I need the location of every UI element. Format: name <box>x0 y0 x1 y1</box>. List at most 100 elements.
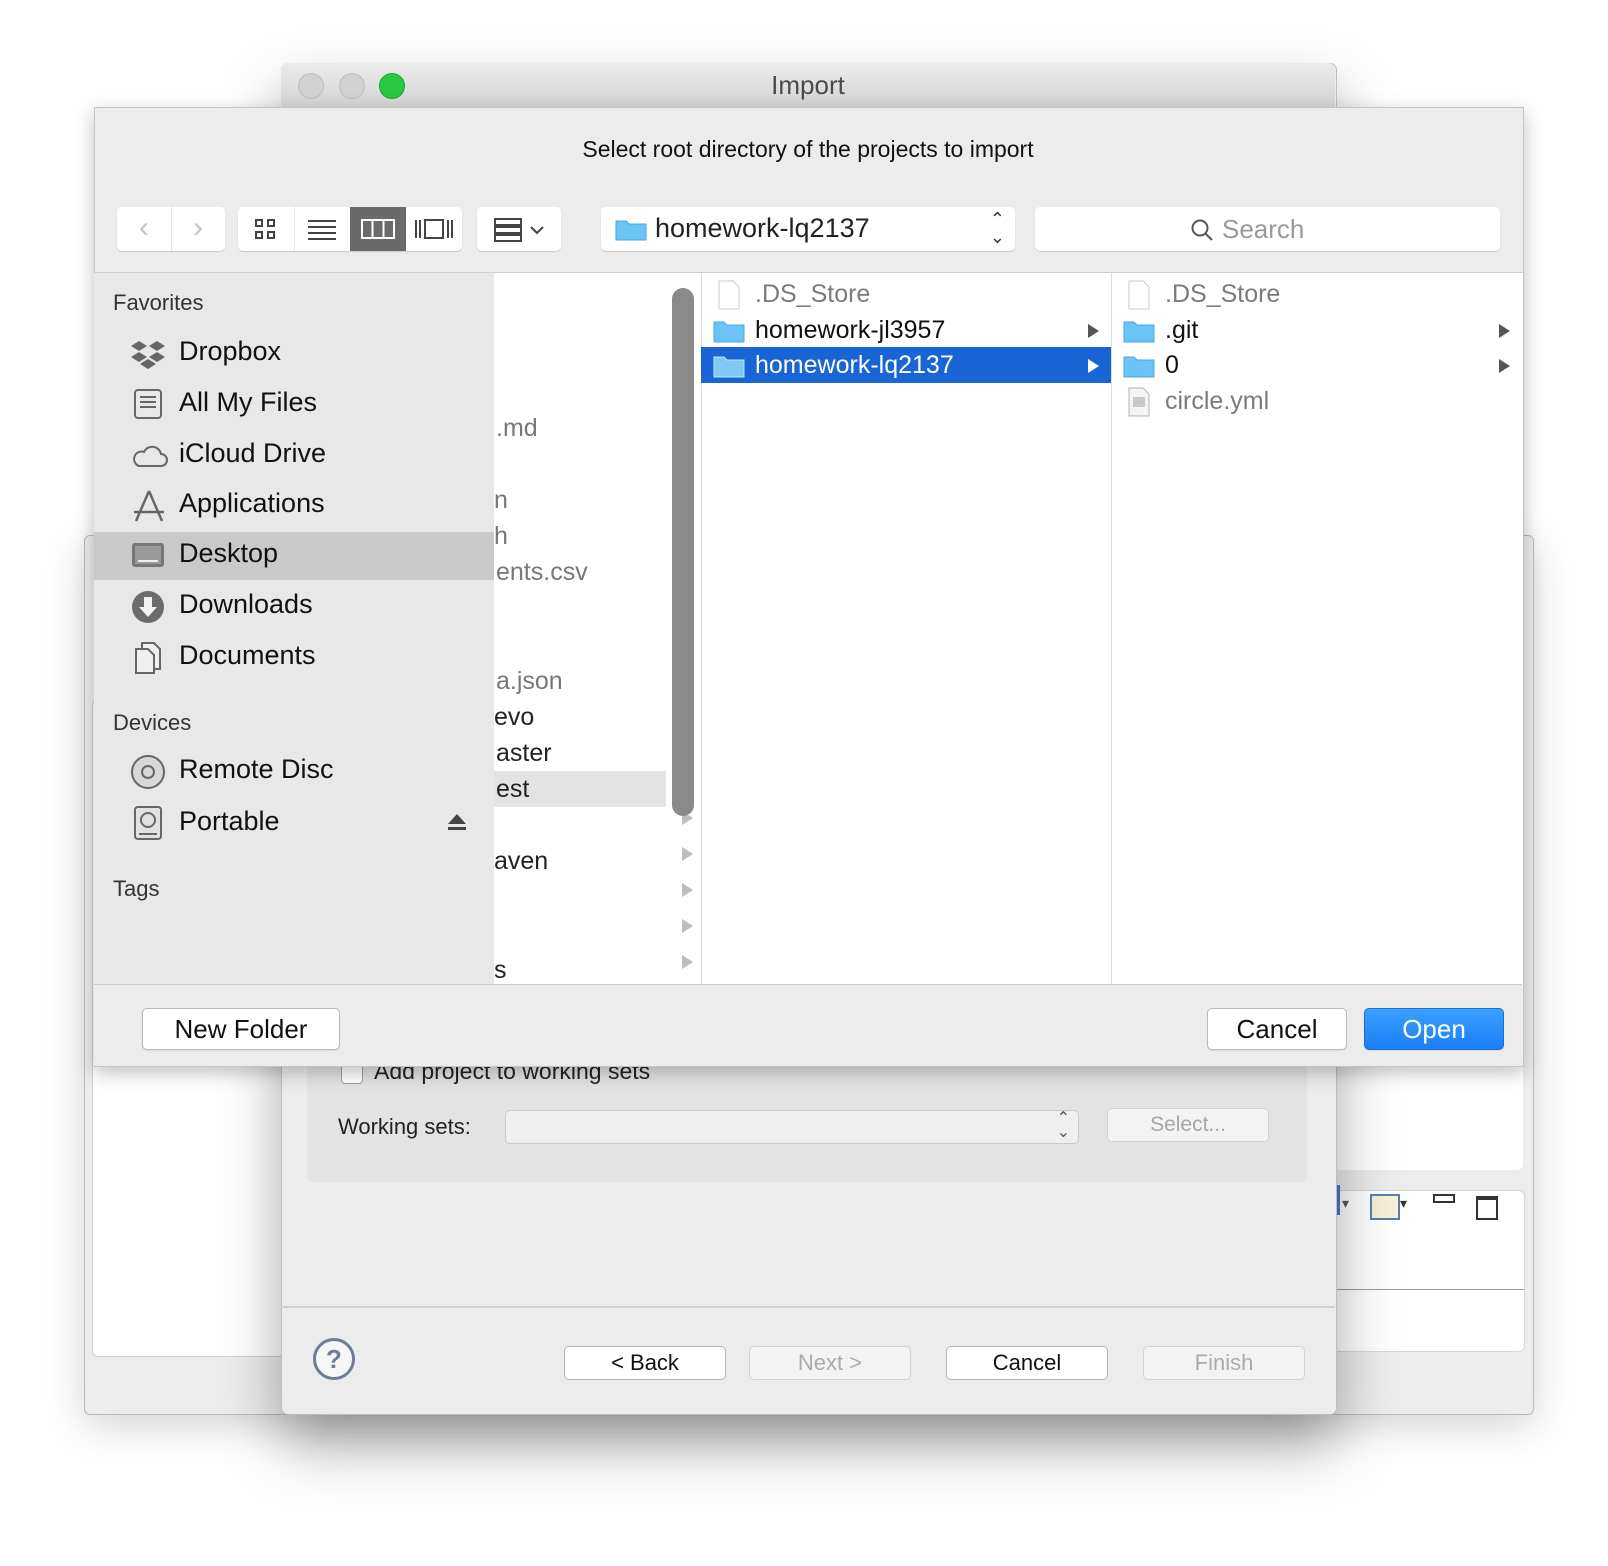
sidebar-item-label: Documents <box>179 640 316 670</box>
sidebar-item-downloads[interactable]: Downloads <box>94 583 494 631</box>
folder-name: homework-lq2137 <box>755 351 954 379</box>
disclosure-arrow-icon <box>682 883 693 897</box>
sidebar-item-label: iCloud Drive <box>179 438 327 468</box>
tags-heading: Tags <box>113 876 160 901</box>
documents-icon <box>135 642 161 674</box>
folder-name: homework-jl3957 <box>755 316 946 344</box>
background-divider <box>1334 1289 1524 1290</box>
folder-name: .git <box>1165 316 1199 344</box>
working-sets-select-button[interactable]: Select... <box>1107 1108 1269 1142</box>
folder-icon <box>615 220 647 241</box>
file-icon <box>1128 280 1150 310</box>
column-view-button[interactable] <box>350 207 406 251</box>
cancel-open-button[interactable]: Cancel <box>1207 1008 1347 1050</box>
eject-icon[interactable] <box>446 812 468 832</box>
list-item[interactable]: .git <box>1111 313 1522 349</box>
dropbox-icon <box>131 341 165 369</box>
file-icon <box>718 280 740 310</box>
search-icon <box>1191 219 1213 241</box>
list-item-selected[interactable]: homework-lq2137 <box>701 348 1111 384</box>
back-nav-button[interactable]: ‹ <box>117 207 172 251</box>
list-item[interactable]: h <box>494 522 508 551</box>
disclosure-arrow-icon <box>682 919 693 933</box>
cloud-icon <box>133 445 168 467</box>
disclosure-arrow-icon <box>1088 324 1099 338</box>
view-mode-group <box>238 207 462 251</box>
yaml-file-icon <box>1128 387 1150 417</box>
list-item[interactable]: n <box>494 486 508 515</box>
disc-icon <box>131 755 165 789</box>
list-item[interactable]: evo <box>494 703 534 732</box>
folder-icon <box>1123 356 1155 378</box>
applications-icon <box>134 490 164 522</box>
list-item[interactable]: 0 <box>1111 348 1522 384</box>
icon-view-button[interactable] <box>238 207 295 251</box>
list-item[interactable]: aster <box>496 739 552 768</box>
favorites-heading: Favorites <box>113 290 204 315</box>
sidebar-item-label: Dropbox <box>179 336 282 366</box>
sidebar-item-label: Desktop <box>179 538 279 568</box>
finish-button[interactable]: Finish <box>1143 1346 1305 1380</box>
back-button[interactable]: < Back <box>564 1346 726 1380</box>
sidebar-item-all-my-files[interactable]: All My Files <box>94 381 494 429</box>
dropdown-arrow-icon[interactable]: ▾ <box>1342 1195 1349 1212</box>
file-name: circle.yml <box>1165 387 1270 415</box>
cover-flow-icon <box>415 219 453 239</box>
list-item[interactable]: .DS_Store <box>1111 277 1522 313</box>
cover-flow-button[interactable] <box>406 207 462 251</box>
path-popup-label: homework-lq2137 <box>655 213 870 243</box>
list-view-button[interactable] <box>294 207 351 251</box>
sidebar-item-remote-disc[interactable]: Remote Disc <box>94 748 494 796</box>
new-window-icon[interactable] <box>1370 1194 1400 1220</box>
new-folder-button[interactable]: New Folder <box>142 1008 340 1050</box>
list-item[interactable]: s <box>494 956 507 985</box>
scrollbar-thumb[interactable] <box>672 288 694 816</box>
disclosure-arrow-icon <box>1499 359 1510 373</box>
list-item[interactable]: .md <box>496 414 538 443</box>
sidebar-item-label: Portable <box>179 806 280 836</box>
folder-icon <box>713 321 745 343</box>
sidebar-item-dropbox[interactable]: Dropbox <box>94 330 494 378</box>
disclosure-arrow-icon <box>682 847 693 861</box>
sidebar-item-label: Remote Disc <box>179 754 334 784</box>
sidebar-item-applications[interactable]: Applications <box>94 482 494 530</box>
arrange-button[interactable] <box>477 207 561 251</box>
open-panel-prompt: Select root directory of the projects to… <box>582 136 1034 162</box>
sidebar-item-label: Applications <box>179 488 325 518</box>
grid-icon <box>255 219 275 239</box>
sidebar-item-label: Downloads <box>179 589 313 619</box>
dropdown-arrow-icon[interactable]: ▾ <box>1400 1195 1407 1212</box>
dialog-separator <box>281 1306 1335 1308</box>
working-sets-select[interactable]: ⌃ ⌄ <box>505 1110 1079 1144</box>
folder-icon <box>713 356 745 378</box>
disclosure-arrow-icon <box>1499 324 1510 338</box>
forward-nav-button[interactable]: › <box>171 207 225 251</box>
next-button[interactable]: Next > <box>749 1346 911 1380</box>
list-item[interactable]: aven <box>494 847 548 876</box>
file-name: .DS_Store <box>1165 280 1281 308</box>
sidebar-item-portable[interactable]: Portable <box>94 800 494 848</box>
sidebar-item-label: All My Files <box>179 387 318 417</box>
minimize-icon[interactable] <box>1433 1194 1455 1203</box>
list-item[interactable]: a.json <box>496 667 563 696</box>
list-item[interactable]: ents.csv <box>496 558 588 587</box>
disclosure-arrow-icon <box>1088 359 1099 373</box>
sidebar-item-icloud-drive[interactable]: iCloud Drive <box>94 432 494 480</box>
list-item[interactable]: homework-jl3957 <box>701 313 1111 349</box>
arrange-grid-icon <box>494 218 544 242</box>
working-sets-label: Working sets: <box>338 1114 471 1139</box>
help-icon[interactable]: ? <box>313 1338 355 1380</box>
list-item[interactable]: est <box>496 775 529 804</box>
sidebar-item-desktop[interactable]: Desktop <box>94 532 494 580</box>
maximize-icon[interactable] <box>1476 1196 1498 1220</box>
sidebar-item-documents[interactable]: Documents <box>94 634 494 682</box>
browser-column-1 <box>494 272 701 985</box>
open-button[interactable]: Open <box>1364 1008 1504 1050</box>
desktop-icon <box>132 543 164 567</box>
list-item[interactable]: circle.yml <box>1111 384 1522 420</box>
disclosure-arrow-icon <box>682 955 693 969</box>
cancel-button[interactable]: Cancel <box>946 1346 1108 1380</box>
list-item[interactable]: .DS_Store <box>701 277 1111 313</box>
updown-chevron-icon: ⌃ ⌄ <box>989 209 1005 247</box>
columns-icon <box>361 219 395 239</box>
